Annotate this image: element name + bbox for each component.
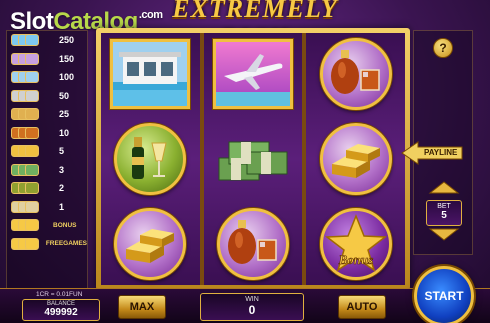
payline-indicator: PAYLINE xyxy=(400,140,464,166)
watch-icon xyxy=(25,108,39,120)
win-label: WIN xyxy=(245,296,259,303)
reel-cell xyxy=(204,118,303,199)
paytable-row: 2 xyxy=(7,179,87,198)
reel-grid: Bonus xyxy=(101,33,406,285)
paytable-row: 3 xyxy=(7,161,87,180)
reel-1 xyxy=(101,33,200,285)
paytable-value: 250 xyxy=(59,35,75,46)
champagne-icon xyxy=(25,182,39,194)
paytable: 250 150 100 50 25 10 5 3 2 1 BONUS FREEGAMES xyxy=(6,30,88,292)
paytable-row: 50 xyxy=(7,87,87,106)
balance-display: BALANCE 499992 xyxy=(22,299,100,321)
plane-icon xyxy=(25,52,39,65)
money-icon xyxy=(25,163,39,176)
paytable-value: 50 xyxy=(59,90,70,101)
paytable-row: FREEGAMES xyxy=(7,235,87,254)
gold-bars-icon xyxy=(319,122,392,195)
max-bet-button[interactable]: MAX xyxy=(118,295,166,319)
win-display: WIN 0 xyxy=(200,293,304,321)
plane-icon xyxy=(213,38,293,109)
bonus-star-icon: Bonus xyxy=(319,208,392,281)
paytable-row-icons xyxy=(7,31,47,50)
payline-label: PAYLINE xyxy=(424,148,458,157)
paytable-value: 2 xyxy=(59,183,65,194)
paytable-row-icons xyxy=(7,124,47,143)
reel-cell: Bonus xyxy=(306,204,405,285)
paytable-row-icons xyxy=(7,142,47,161)
balance-value: 499992 xyxy=(44,307,78,318)
paytable-value: BONUS xyxy=(53,221,77,229)
reel-frame: Bonus xyxy=(96,28,410,290)
paytable-row: 10 xyxy=(7,124,87,143)
cognac-icon xyxy=(319,37,392,110)
paytable-row-icons xyxy=(7,87,47,106)
paytable-row-icons xyxy=(7,179,47,198)
paytable-row-icons xyxy=(7,68,47,87)
gold-bars-icon xyxy=(114,208,187,281)
game-title: EXTREMELY RICH xyxy=(172,0,338,53)
paytable-row: 5 xyxy=(7,142,87,161)
reel-cell xyxy=(204,204,303,285)
paytable-value: 25 xyxy=(59,109,70,120)
money-icon xyxy=(213,124,293,194)
reel-cell xyxy=(306,33,405,114)
paytable-row-icons xyxy=(7,235,40,254)
paytable-value: 5 xyxy=(59,146,65,157)
bet-decrease-button[interactable] xyxy=(428,228,460,242)
cognac-icon xyxy=(217,208,289,281)
card-icon xyxy=(25,89,39,102)
paytable-value: 100 xyxy=(59,72,75,83)
paytable-row: 250 xyxy=(7,31,87,50)
credit-rate: 1CR = 0.01FUN xyxy=(36,291,83,298)
paytable-row: 100 xyxy=(7,68,87,87)
paytable-row: 25 xyxy=(7,105,87,124)
house-icon xyxy=(25,34,39,46)
paytable-row-icons xyxy=(7,198,47,217)
game-screen: SlotCatalog.com EXTREMELY RICH 250150100… xyxy=(0,0,490,323)
paytable-value: 10 xyxy=(59,127,70,138)
auto-play-button[interactable]: AUTO xyxy=(338,295,386,319)
bet-display: BET 5 xyxy=(426,200,462,226)
freegames-icon xyxy=(25,237,39,250)
paytable-value: 3 xyxy=(59,164,65,175)
bonus-label: Bonus xyxy=(337,252,373,267)
cognac-icon xyxy=(25,126,39,139)
paytable-row: BONUS xyxy=(7,216,87,235)
paytable-row-icons xyxy=(7,161,47,180)
win-value: 0 xyxy=(248,303,256,317)
paytable-row-icons xyxy=(7,50,47,69)
champagne-icon xyxy=(114,122,187,195)
reel-cell xyxy=(101,33,200,114)
reel-cell xyxy=(101,118,200,199)
bet-label: BET xyxy=(437,203,451,210)
reel-3: Bonus xyxy=(306,33,406,285)
reel-2 xyxy=(203,33,303,285)
reel-cell xyxy=(204,33,303,114)
bet-increase-button[interactable] xyxy=(428,180,460,194)
help-button[interactable]: ? xyxy=(433,38,453,58)
paytable-row-icons xyxy=(7,216,47,235)
paytable-row: 150 xyxy=(7,50,87,69)
paytable-value: 1 xyxy=(59,201,65,212)
villa-icon xyxy=(110,38,191,109)
reel-cell xyxy=(101,204,200,285)
paytable-value: FREEGAMES xyxy=(45,240,87,248)
ring-icon xyxy=(25,200,39,213)
paytable-row-icons xyxy=(7,105,47,124)
start-spin-button[interactable]: START xyxy=(414,266,474,323)
bet-value: 5 xyxy=(441,210,447,221)
paytable-row: 1 xyxy=(7,198,87,217)
paytable-value: 150 xyxy=(59,53,75,64)
gold-bars-icon xyxy=(25,145,39,157)
bonus-star-icon xyxy=(25,219,39,231)
yacht-icon xyxy=(25,71,39,83)
reel-cell xyxy=(306,118,405,199)
